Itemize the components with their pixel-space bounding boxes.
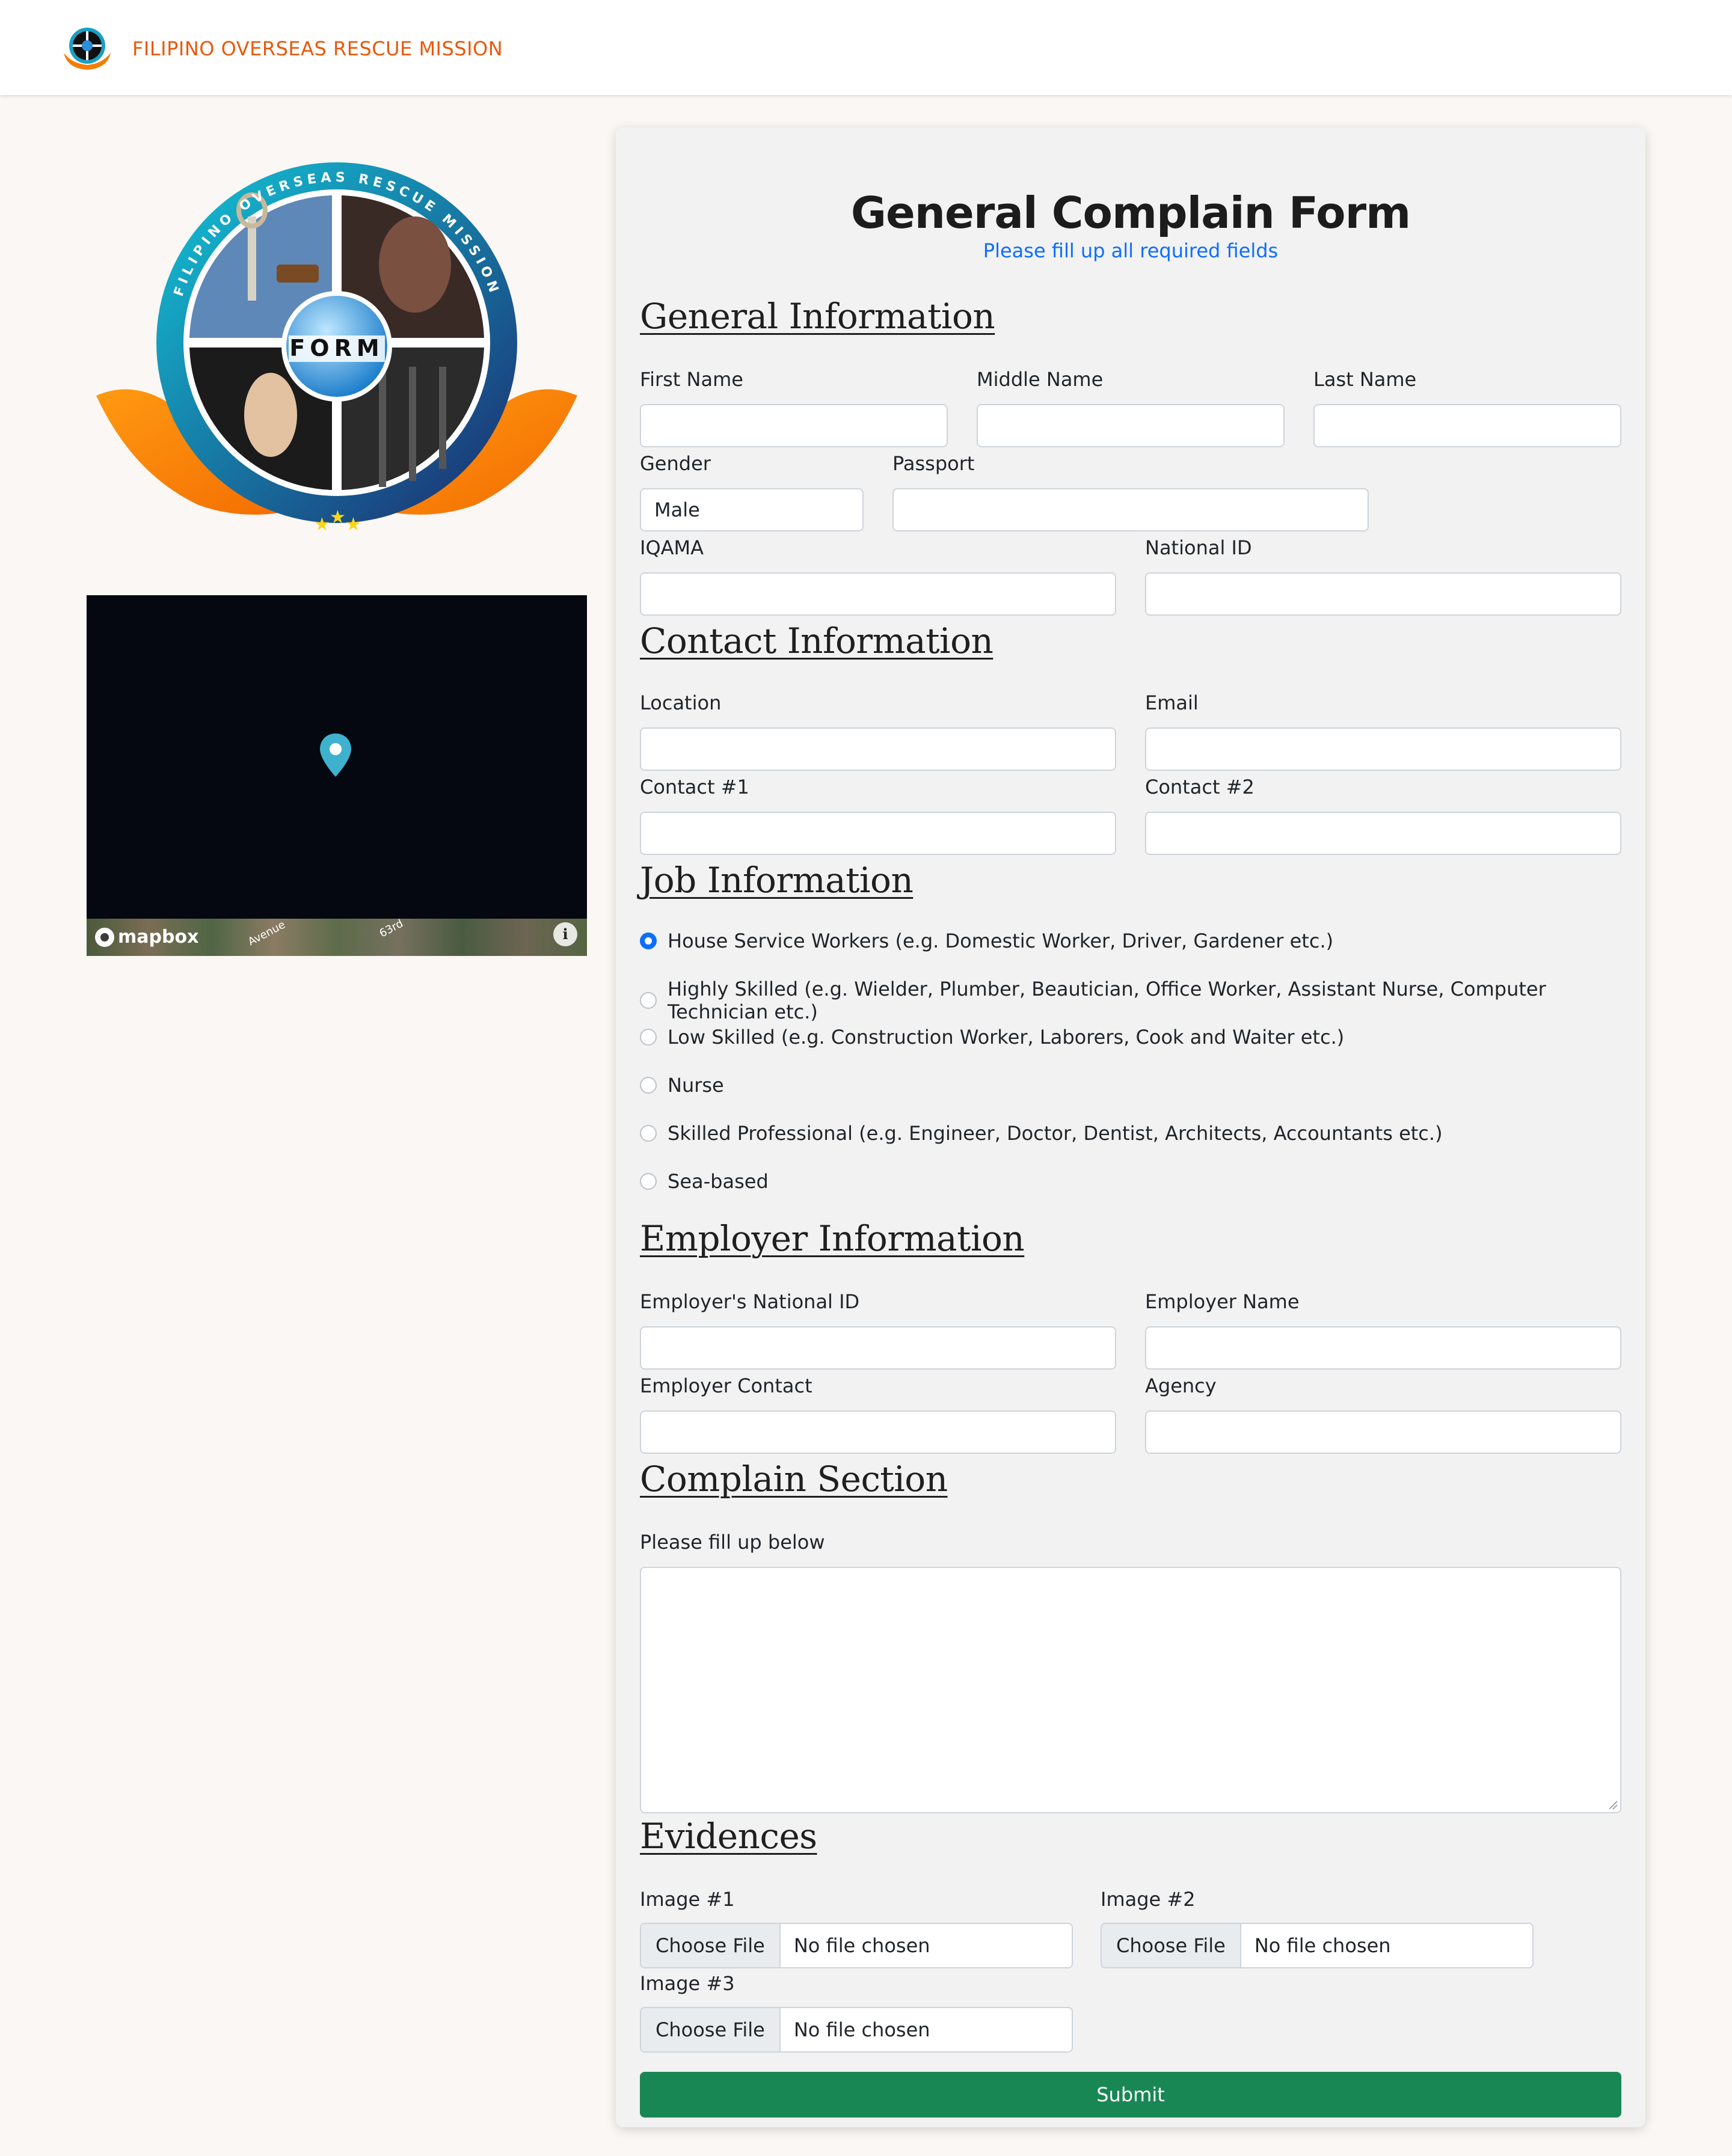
choose-file-button[interactable]: Choose File — [641, 1924, 781, 1967]
map-info-button[interactable]: i — [553, 922, 577, 946]
complain-label: Please fill up below — [640, 1531, 825, 1554]
radio-unchecked-icon[interactable] — [640, 1173, 657, 1190]
job-option-label: Skilled Professional (e.g. Engineer, Doc… — [668, 1122, 1443, 1145]
last-name-input[interactable] — [1313, 404, 1621, 447]
location-input[interactable] — [640, 727, 1116, 771]
job-option-label: Highly Skilled (e.g. Wielder, Plumber, B… — [668, 978, 1546, 1023]
no-file-text: No file chosen — [1254, 1934, 1391, 1957]
choose-file-button[interactable]: Choose File — [1102, 1924, 1241, 1967]
location-label: Location — [640, 691, 722, 714]
national-id-input[interactable] — [1145, 572, 1621, 616]
image3-label: Image #3 — [640, 1972, 735, 1995]
contact1-input[interactable] — [640, 812, 1116, 855]
map-street-label: 63rd — [377, 917, 405, 940]
first-name-input[interactable] — [640, 404, 948, 447]
form-subtitle: Please fill up all required fields — [983, 239, 1279, 262]
employer-contact-label: Employer Contact — [640, 1374, 812, 1397]
complain-form-card: General Complain Form Please fill up all… — [616, 127, 1645, 2127]
location-map[interactable]: Avenue 63rd mapbox i — [87, 595, 587, 956]
middle-name-label: Middle Name — [977, 368, 1104, 391]
map-street-label: Avenue — [245, 918, 287, 949]
job-option-label: Low Skilled (e.g. Construction Worker, L… — [668, 1026, 1345, 1049]
employer-national-id-label: Employer's National ID — [640, 1290, 860, 1313]
map-marker-icon[interactable] — [318, 732, 354, 778]
no-file-text: No file chosen — [793, 1934, 930, 1957]
section-contact-heading: Contact Information — [640, 620, 993, 661]
job-option-label: Nurse — [668, 1074, 724, 1097]
radio-unchecked-icon[interactable] — [640, 1125, 657, 1142]
employer-contact-input[interactable] — [640, 1410, 1116, 1454]
employer-national-id-input[interactable] — [640, 1326, 1116, 1370]
iqama-input[interactable] — [640, 572, 1116, 616]
form-title: General Complain Form — [850, 188, 1411, 238]
image1-file-input[interactable]: Choose File No file chosen — [640, 1923, 1073, 1968]
section-employer-heading: Employer Information — [640, 1218, 1025, 1259]
radio-unchecked-icon[interactable] — [640, 1077, 657, 1094]
image2-file-input[interactable]: Choose File No file chosen — [1101, 1923, 1534, 1968]
image3-file-input[interactable]: Choose File No file chosen — [640, 2007, 1073, 2053]
passport-label: Passport — [892, 452, 975, 475]
agency-label: Agency — [1145, 1374, 1217, 1397]
complain-textarea[interactable] — [640, 1567, 1621, 1813]
section-evidences-heading: Evidences — [640, 1816, 817, 1857]
mapbox-logo[interactable]: mapbox — [95, 926, 198, 948]
svg-text:★: ★ — [345, 514, 361, 535]
iqama-label: IQAMA — [640, 536, 704, 559]
image1-label: Image #1 — [640, 1888, 735, 1911]
resize-grip-icon[interactable] — [1607, 1799, 1618, 1810]
section-job-heading: Job Information — [640, 860, 914, 901]
radio-unchecked-icon[interactable] — [640, 992, 657, 1009]
brand-title[interactable]: FILIPINO OVERSEAS RESCUE MISSION — [132, 37, 503, 60]
form-logo-icon[interactable] — [60, 24, 114, 73]
email-label: Email — [1145, 691, 1199, 714]
agency-input[interactable] — [1145, 1410, 1621, 1454]
section-general-heading: General Information — [640, 296, 995, 337]
navbar: FILIPINO OVERSEAS RESCUE MISSION — [0, 0, 1732, 95]
radio-checked-icon[interactable] — [640, 933, 657, 949]
image2-label: Image #2 — [1101, 1888, 1196, 1911]
gender-label: Gender — [640, 452, 711, 475]
mapbox-mark-icon — [95, 927, 114, 947]
job-option-skilled-professional[interactable]: Skilled Professional (e.g. Engineer, Doc… — [640, 1122, 1443, 1145]
section-complain-heading: Complain Section — [640, 1459, 948, 1499]
svg-text:★: ★ — [330, 507, 346, 528]
contact2-label: Contact #2 — [1145, 776, 1254, 798]
employer-name-label: Employer Name — [1145, 1290, 1300, 1313]
job-option-label: Sea-based — [668, 1170, 769, 1193]
radio-unchecked-icon[interactable] — [640, 1029, 657, 1046]
middle-name-input[interactable] — [977, 404, 1285, 447]
job-option-highly-skilled[interactable]: Highly Skilled (e.g. Wielder, Plumber, B… — [640, 978, 1645, 1023]
job-option-low-skilled[interactable]: Low Skilled (e.g. Construction Worker, L… — [640, 1026, 1344, 1049]
form-emblem-logo: FORM FILIPINO OVERSEAS RESCUE MISSION ★ … — [96, 162, 577, 535]
contact2-input[interactable] — [1145, 812, 1621, 855]
national-id-label: National ID — [1145, 536, 1252, 559]
no-file-text: No file chosen — [793, 2018, 930, 2041]
job-option-label: House Service Workers (e.g. Domestic Wor… — [668, 929, 1334, 952]
job-option-sea-based[interactable]: Sea-based — [640, 1170, 769, 1193]
emblem-center-text: FORM — [289, 335, 384, 361]
passport-input[interactable] — [892, 488, 1369, 531]
mapbox-wordmark: mapbox — [118, 926, 199, 948]
svg-text:★: ★ — [314, 514, 330, 535]
email-input[interactable] — [1145, 727, 1621, 771]
submit-button[interactable]: Submit — [640, 2072, 1621, 2118]
job-option-nurse[interactable]: Nurse — [640, 1074, 724, 1097]
first-name-label: First Name — [640, 368, 743, 391]
employer-name-input[interactable] — [1145, 1326, 1621, 1370]
job-option-house-service[interactable]: House Service Workers (e.g. Domestic Wor… — [640, 929, 1333, 952]
choose-file-button[interactable]: Choose File — [641, 2008, 781, 2051]
gender-select[interactable]: Male — [640, 488, 864, 531]
last-name-label: Last Name — [1313, 368, 1417, 391]
contact1-label: Contact #1 — [640, 776, 749, 798]
